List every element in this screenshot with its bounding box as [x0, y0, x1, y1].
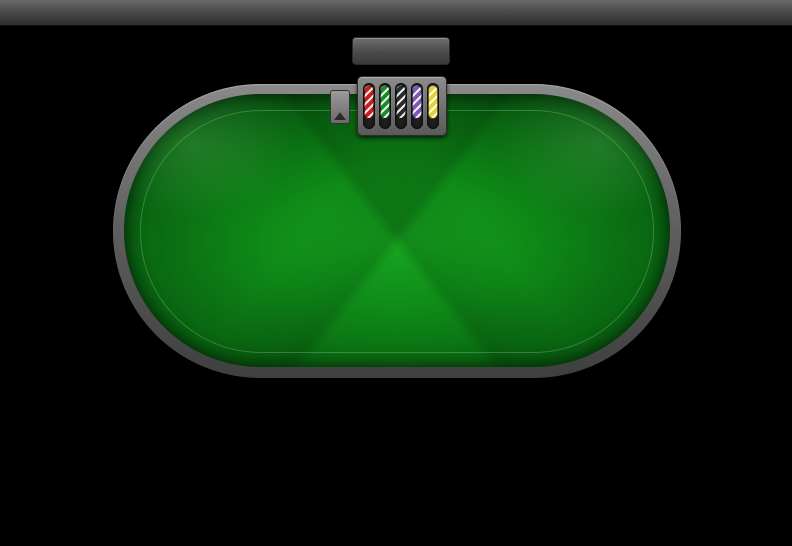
yellow-chip-icon [428, 85, 438, 119]
chip-slot [395, 83, 407, 129]
chip-slot [379, 83, 391, 129]
dealer-marker-icon [330, 90, 350, 124]
felt-betting-line [140, 110, 654, 353]
red-chip-icon [364, 85, 374, 119]
chip-slot [427, 83, 439, 129]
green-chip-icon [380, 85, 390, 119]
dealer-name-plate [352, 37, 450, 65]
chip-tray [357, 76, 447, 136]
chip-slot [363, 83, 375, 129]
purple-chip-icon [412, 85, 422, 119]
black-chip-icon [396, 85, 406, 119]
chip-slot [411, 83, 423, 129]
top-bar [0, 0, 792, 25]
dealer-marker-notch [334, 112, 346, 120]
